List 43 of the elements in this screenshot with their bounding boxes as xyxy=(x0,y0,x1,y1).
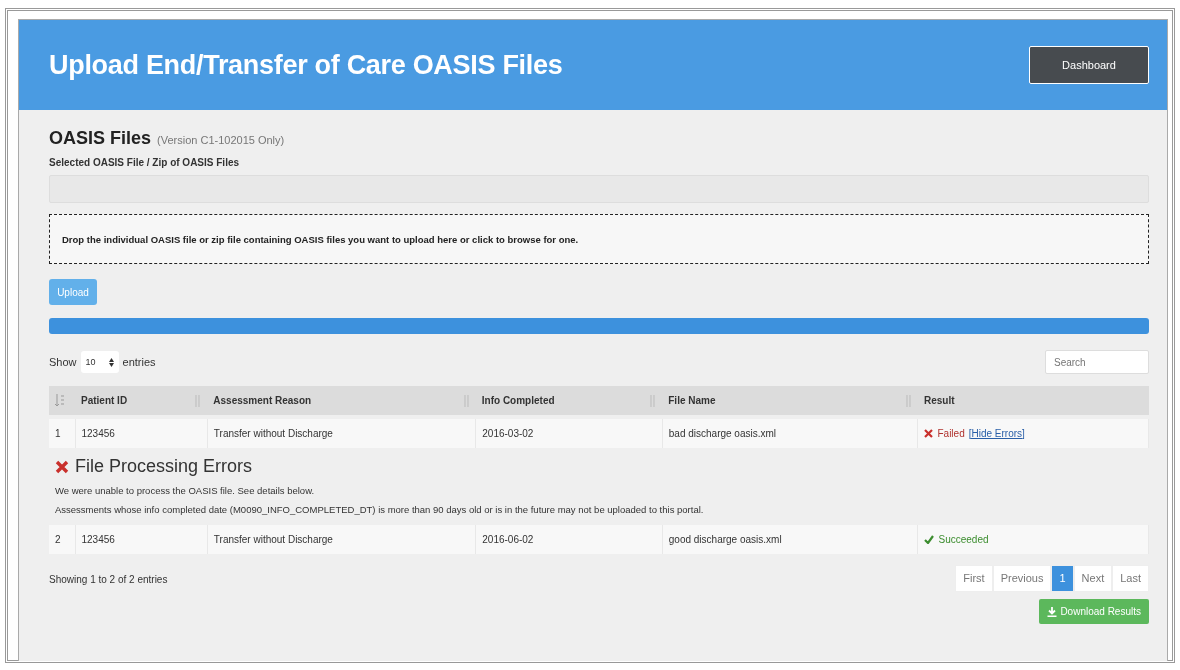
column-header[interactable]: Info Completed xyxy=(481,395,555,406)
table-cell: 2016-06-02 xyxy=(475,523,663,554)
cross-icon xyxy=(55,459,69,474)
table-cell: bad discharge oasis.xml xyxy=(662,417,918,448)
error-message: We were unable to process the OASIS file. See details below. xyxy=(55,485,316,496)
section-heading: OASIS Files xyxy=(49,128,152,149)
error-message: Assessments whose info completed date (M0090_INFO_COMPLETED_DT) is more than 90 days old or is in the future may not be uploaded to this portal. xyxy=(55,504,705,515)
table-cell: 123456 xyxy=(75,523,208,554)
result-status: Failed xyxy=(937,427,965,439)
column-header[interactable]: Assessment Reason xyxy=(213,395,312,406)
table-cell: Transfer without Discharge xyxy=(207,523,476,554)
show-label: Show xyxy=(49,356,77,368)
search-field[interactable]: Search xyxy=(1045,350,1149,374)
column-header[interactable]: Result xyxy=(923,395,955,406)
column-header[interactable]: Patient ID xyxy=(81,395,128,406)
pagination-button[interactable]: First xyxy=(955,565,993,592)
result-status: Succeeded xyxy=(938,533,989,545)
download-icon xyxy=(1047,606,1058,617)
table-cell: 1 xyxy=(49,417,75,448)
cross-icon xyxy=(924,428,934,438)
table-cell: Transfer without Discharge xyxy=(207,417,476,448)
page-title: Upload End/Transfer of Care OASIS Files xyxy=(49,49,563,81)
table-info: Showing 1 to 2 of 2 entries xyxy=(49,574,168,585)
pagination-button[interactable]: Previous xyxy=(992,565,1052,592)
drop-zone-text: Drop the individual OASIS file or zip file containing OASIS files you want to upload here or click to browse for one. xyxy=(62,233,579,245)
check-icon xyxy=(924,534,935,544)
field-label: Selected OASIS File / Zip of OASIS Files xyxy=(49,157,241,168)
entries-label: entries xyxy=(122,356,156,368)
pagination-button[interactable]: Last xyxy=(1112,565,1149,592)
hide-errors-link[interactable]: [Hide Errors] xyxy=(968,427,1025,439)
version-note: (Version C1-102015 Only) xyxy=(157,134,285,146)
error-title: File Processing Errors xyxy=(75,456,253,477)
table-cell: 123456 xyxy=(75,417,208,448)
drop-zone[interactable]: Drop the individual OASIS file or zip file containing OASIS files you want to upload here or click to browse for one. xyxy=(49,214,1149,264)
table-cell: good discharge oasis.xml xyxy=(662,523,918,554)
column-header[interactable]: File Name xyxy=(668,395,716,406)
table-cell: 2016-03-02 xyxy=(475,417,663,448)
dashboard-button[interactable]: Dashboard xyxy=(1029,46,1149,84)
stepper-icon xyxy=(108,357,114,367)
page-size-select[interactable]: 10 xyxy=(80,351,119,373)
pagination-button[interactable]: Next xyxy=(1073,565,1113,592)
table-cell: 2 xyxy=(49,523,75,554)
sort-icon[interactable] xyxy=(55,392,64,407)
